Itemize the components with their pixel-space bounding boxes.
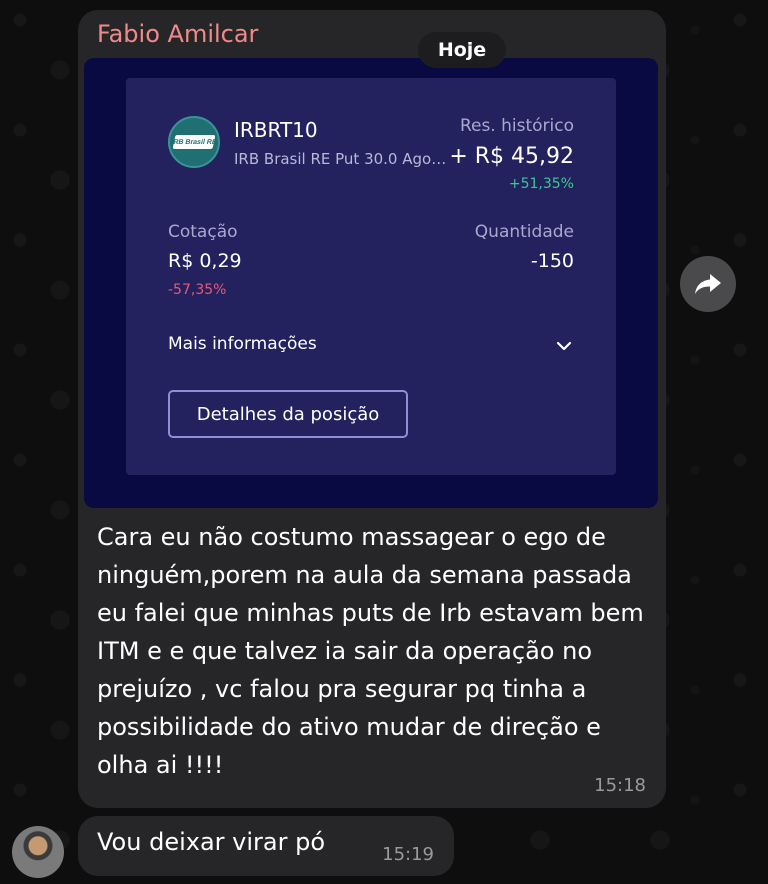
share-forward-button[interactable] <box>680 256 736 312</box>
message-bubble-media[interactable]: Fabio Amilcar IRB Brasil RE IRBRT10 IRB … <box>78 10 666 808</box>
result-value: + R$ 45,92 <box>449 144 574 169</box>
message-time: 15:19 <box>382 844 434 865</box>
chevron-down-icon <box>556 341 572 351</box>
ticker: IRBRT10 <box>234 118 318 142</box>
position-card: IRB Brasil RE IRBRT10 IRB Brasil RE Put … <box>126 78 616 475</box>
option-description: IRB Brasil RE Put 30.0 Ago/... <box>234 150 450 168</box>
irb-logo-text: IRB Brasil RE <box>170 138 218 146</box>
quantity-label: Quantidade <box>474 222 574 242</box>
message-bubble[interactable]: Vou deixar virar pó 15:19 <box>78 816 454 876</box>
share-forward-icon <box>695 274 721 294</box>
more-info-label: Mais informações <box>168 334 317 354</box>
quantity-value: -150 <box>530 250 574 272</box>
date-separator: Hoje <box>418 32 506 68</box>
message-text[interactable]: Cara eu não costumo massagear o ego de n… <box>97 518 655 784</box>
message-text[interactable]: Vou deixar virar pó <box>97 828 325 856</box>
result-label: Res. histórico <box>459 116 574 136</box>
irb-logo: IRB Brasil RE <box>168 116 220 168</box>
sender-avatar[interactable] <box>12 826 64 878</box>
quote-percent: -57,35% <box>168 282 227 298</box>
quote-label: Cotação <box>168 222 238 242</box>
result-percent: +51,35% <box>508 176 574 192</box>
position-details-button: Detalhes da posição <box>168 390 408 438</box>
more-info-toggle: Mais informações <box>168 334 574 360</box>
message-time: 15:18 <box>594 775 646 796</box>
position-screenshot[interactable]: IRB Brasil RE IRBRT10 IRB Brasil RE Put … <box>84 58 658 508</box>
sender-name[interactable]: Fabio Amilcar <box>97 20 258 48</box>
quote-value: R$ 0,29 <box>168 250 242 272</box>
